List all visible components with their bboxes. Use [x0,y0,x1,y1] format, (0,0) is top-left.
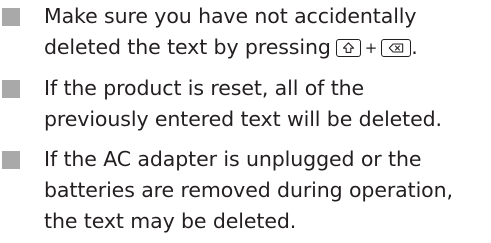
item-line: batteries are removed during operation, [44,178,453,202]
bullet-square-icon [2,151,20,169]
item-line-text: deleted the text by pressing [44,35,331,59]
list-item: If the product is reset, all of the prev… [0,73,491,135]
list-item: Make sure you have not accidentally dele… [0,0,491,64]
item-line-period: . [411,35,418,59]
item-line: previously entered text will be deleted. [44,107,442,131]
shift-key-icon [335,39,361,57]
key-plus-sign: + [364,39,378,57]
item-line: the text may be deleted. [44,209,297,233]
item-line-with-keys: deleted the text by pressing +. [44,32,491,64]
bullet-square-icon [2,8,20,26]
backspace-key-icon [381,39,412,57]
bullet-square-icon [2,80,20,98]
item-line: Make sure you have not accidentally [44,4,417,28]
item-line: If the AC adapter is unplugged or the [44,147,422,171]
note-list: Make sure you have not accidentally dele… [0,0,491,237]
item-line: If the product is reset, all of the [44,76,365,100]
list-item: If the AC adapter is unplugged or the ba… [0,144,491,237]
